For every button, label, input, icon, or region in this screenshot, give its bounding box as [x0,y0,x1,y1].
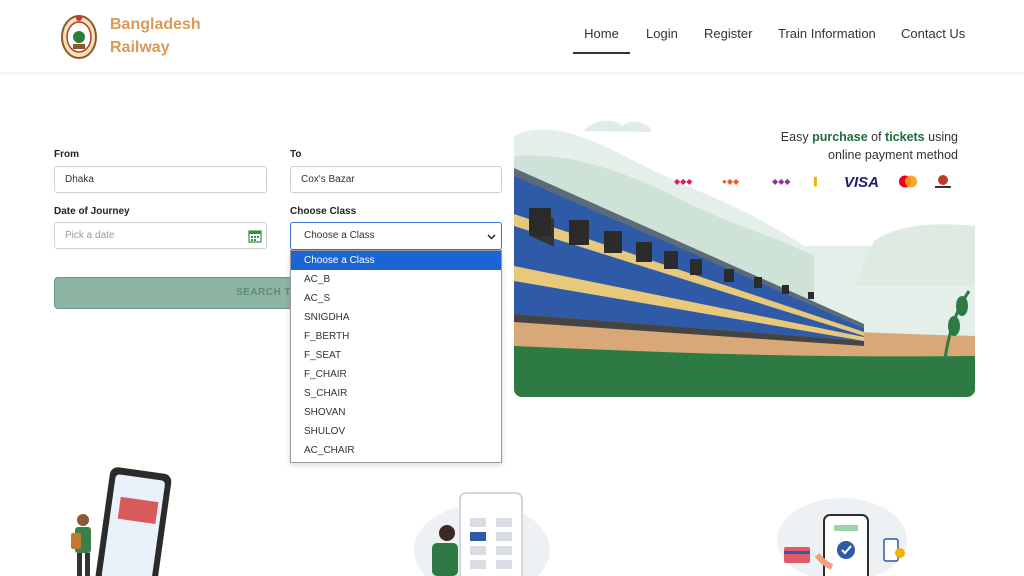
hero-tagline: Easy purchase of tickets using online pa… [781,128,958,164]
to-field[interactable]: Cox's Bazar [290,166,502,193]
visa-logo: VISA [844,174,880,191]
tagline-part: Easy [780,130,813,144]
brand-name[interactable]: Bangladesh Railway [110,13,201,59]
hero-banner: Easy purchase of tickets using online pa… [514,96,975,397]
bkash-logo: ◆◆◆ [674,177,693,186]
class-option[interactable]: F_BERTH [291,327,501,346]
dbbl-nexus-logo [935,175,951,188]
search-trains-button[interactable]: SEARCH TR [54,277,314,309]
from-field[interactable]: Dhaka [54,166,267,193]
seat-selection-illustration [414,492,550,576]
to-label: To [290,149,302,160]
class-option[interactable]: F_SEAT [291,346,501,365]
date-of-journey-label: Date of Journey [54,206,130,217]
online-payment-illustration [777,498,907,576]
date-placeholder: Pick a date [65,230,115,241]
upay-logo: ▌ [814,177,820,186]
site-header: Bangladesh Railway Home Login Register T… [0,0,1024,72]
nav-contact-us[interactable]: Contact Us [901,26,965,54]
nav-register[interactable]: Register [704,26,752,54]
class-option[interactable]: F_CHAIR [291,365,501,384]
class-option[interactable]: AC_CHAIR [291,441,501,460]
choose-class-label: Choose Class [290,206,357,217]
tagline-part: of [867,130,886,144]
nagad-logo: ●◆◆ [722,177,740,186]
class-option[interactable]: SNIGDHA [291,308,501,327]
nav-home[interactable]: Home [573,26,630,54]
class-dropdown-list: Choose a Class AC_B AC_S SNIGDHA F_BERTH… [290,250,502,463]
from-value: Dhaka [65,174,94,185]
calendar-icon[interactable] [248,229,262,243]
brand-line-1: Bangladesh [110,16,201,33]
rocket-logo: ◆◆◆ [772,177,791,186]
nav-train-information[interactable]: Train Information [778,26,876,54]
class-option[interactable]: S_CHAIR [291,384,501,403]
from-label: From [54,149,79,160]
chevron-down-icon [487,234,496,240]
class-select[interactable]: Choose a Class [290,222,502,250]
tagline-purchase: purchase [812,130,868,144]
class-option[interactable]: AC_B [291,270,501,289]
to-value: Cox's Bazar [301,174,355,185]
class-select-value: Choose a Class [304,230,375,241]
brand-line-2: Railway [110,39,170,56]
nav-login[interactable]: Login [646,26,678,54]
mastercard-logo [899,175,917,188]
class-option[interactable]: SHOVAN [291,403,501,422]
class-option[interactable]: AC_S [291,289,501,308]
mobile-booking-illustration [71,467,172,576]
bangladesh-railway-logo[interactable] [60,12,98,60]
tagline-part: using [924,130,958,144]
tagline-line-2: online payment method [828,148,958,162]
class-option[interactable]: SHULOV [291,422,501,441]
date-field[interactable]: Pick a date [54,222,267,249]
tagline-tickets: tickets [885,130,925,144]
class-option[interactable]: Choose a Class [291,251,501,270]
